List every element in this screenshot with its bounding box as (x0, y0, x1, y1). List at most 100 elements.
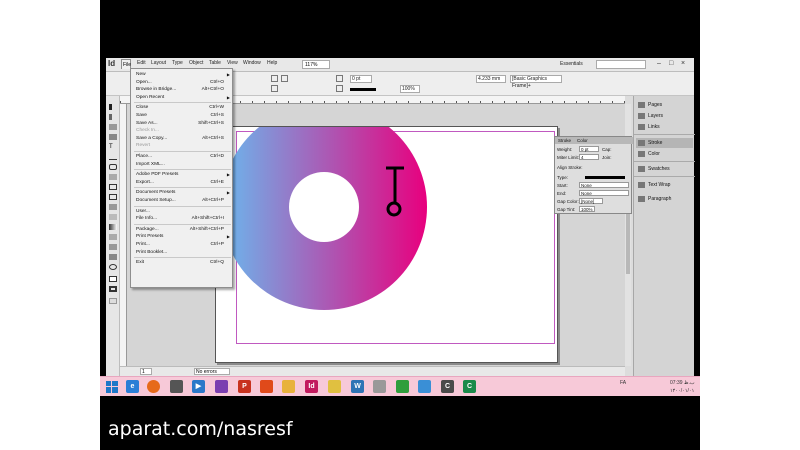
menu-object[interactable]: Object (189, 60, 203, 66)
word-icon[interactable]: W (351, 380, 364, 393)
search-input[interactable] (596, 60, 646, 69)
menu-view[interactable]: View (227, 60, 238, 66)
app-c-green-icon[interactable]: C (463, 380, 476, 393)
internet-explorer-icon[interactable]: e (126, 380, 139, 393)
stroke-panel: Stroke Color Weight: 0 pt Cap: Miter Lim… (554, 136, 633, 214)
gap-tint-field[interactable]: 100% (579, 206, 595, 212)
workspace-switcher[interactable]: Essentials (560, 61, 583, 67)
rectangle-tool-icon[interactable] (109, 194, 117, 200)
menu-item-label: Import XML... (136, 161, 165, 167)
start-select[interactable]: None (579, 182, 629, 188)
fill-swatch-icon[interactable] (336, 75, 343, 82)
pen-tool-icon[interactable] (109, 164, 117, 170)
dock-paragraph[interactable]: Paragraph (636, 194, 693, 204)
page-tool-icon[interactable] (109, 124, 117, 130)
dock-pages[interactable]: Pages (636, 100, 693, 110)
hand-tool-icon[interactable] (109, 254, 117, 260)
opacity-field[interactable]: 100% (400, 85, 420, 93)
photoshop-alt-icon[interactable] (260, 380, 273, 393)
tab-color[interactable]: Color (577, 138, 588, 143)
size-field[interactable]: 4.233 mm (476, 75, 506, 83)
clock-date[interactable]: ۱۴۰۰/۰۱/۰۱ (670, 388, 694, 394)
menu-separator (134, 102, 231, 104)
file-menu-item-document-setup[interactable]: Document Setup... Alt+Ctrl+P (131, 197, 232, 205)
page-number-field[interactable]: 1 (140, 368, 152, 375)
shear-icon[interactable] (281, 75, 288, 82)
stroke-swatch-icon[interactable] (336, 85, 343, 92)
stroke-weight-field[interactable]: 0 pt (350, 75, 372, 83)
weight-field[interactable]: 0 pt (579, 146, 599, 152)
stroke-color-icon[interactable] (109, 286, 117, 292)
file-menu-item-print-booklet[interactable]: Print Booklet... (131, 249, 232, 257)
menu-file[interactable]: File (121, 59, 131, 69)
type-tool-icon[interactable]: T (109, 144, 117, 150)
menu-type[interactable]: Type (172, 60, 183, 66)
miter-field[interactable]: 4 (579, 154, 599, 160)
file-menu-item-file-info[interactable]: File Info... Alt+Shift+Ctrl+I (131, 215, 232, 223)
gradient-disc[interactable] (221, 127, 427, 310)
flip-icon[interactable] (271, 85, 278, 92)
end-select[interactable]: None (579, 190, 629, 196)
stroke-type-select[interactable] (585, 176, 625, 179)
maximize-button[interactable]: □ (669, 60, 673, 67)
dock-swatches[interactable]: Swatches (636, 164, 693, 174)
rectangle-frame-tool-icon[interactable] (109, 184, 117, 190)
preflight-status[interactable]: No errors (194, 368, 230, 375)
dock-links[interactable]: Links (636, 122, 693, 132)
scissors-tool-icon[interactable] (109, 204, 117, 210)
direct-selection-tool-icon[interactable] (109, 114, 117, 120)
gradient-tool-icon[interactable] (109, 224, 117, 230)
excel-icon[interactable] (396, 380, 409, 393)
media-player-icon[interactable]: ▶ (192, 380, 205, 393)
line-tool-icon[interactable] (109, 154, 117, 160)
dock-layers[interactable]: Layers (636, 111, 693, 121)
selection-tool-icon[interactable] (109, 104, 117, 110)
windows-start-icon[interactable] (106, 381, 118, 393)
dock-pages-label: Pages (648, 102, 663, 108)
menu-help[interactable]: Help (267, 60, 277, 66)
rotate-icon[interactable] (271, 75, 278, 82)
view-mode-icon[interactable] (109, 298, 117, 304)
visual-studio-icon[interactable] (215, 380, 228, 393)
file-menu-item-open-recent[interactable]: Open Recent ▶ (131, 94, 232, 102)
free-transform-tool-icon[interactable] (109, 214, 117, 220)
file-explorer-icon[interactable] (282, 380, 295, 393)
indesign-taskbar-icon[interactable]: Id (305, 380, 318, 393)
tab-stroke[interactable]: Stroke (558, 138, 571, 143)
note-tool-icon[interactable] (109, 234, 117, 240)
language-indicator[interactable]: FA (620, 380, 626, 386)
menu-layout[interactable]: Layout (151, 60, 166, 66)
dock-text-wrap[interactable]: Text Wrap (636, 180, 693, 190)
status-bar: 1 No errors (120, 366, 625, 376)
dock-stroke[interactable]: Stroke (636, 138, 693, 148)
file-menu-item-export[interactable]: Export... Ctrl+E (131, 179, 232, 187)
pencil-tool-icon[interactable] (109, 174, 117, 180)
close-window-button[interactable]: × (681, 60, 685, 67)
menu-edit[interactable]: Edit (137, 60, 146, 66)
media-app-icon[interactable] (170, 380, 183, 393)
menu-table[interactable]: Table (209, 60, 221, 66)
camera-app-icon[interactable] (418, 380, 431, 393)
folder-icon[interactable] (328, 380, 341, 393)
zoom-level-select[interactable]: 117% (302, 60, 330, 69)
dock-links-label: Links (648, 124, 660, 130)
dock-color[interactable]: Color (636, 149, 693, 159)
gap-tool-icon[interactable] (109, 134, 117, 140)
eyedropper-tool-icon[interactable] (109, 244, 117, 250)
watermark-text: aparat.com/nasresf (108, 418, 293, 440)
stroke-type-preview[interactable] (350, 88, 376, 91)
firefox-icon[interactable] (147, 380, 160, 393)
menu-window[interactable]: Window (243, 60, 261, 66)
app-window-icon[interactable] (373, 380, 386, 393)
menu-separator (134, 151, 231, 152)
clock-time[interactable]: 07:39 ب.ظ (670, 380, 695, 386)
minimize-button[interactable]: – (657, 60, 661, 67)
object-style-select[interactable]: [Basic Graphics Frame]+ (510, 75, 562, 89)
gap-color-select[interactable]: [None] (579, 198, 603, 204)
app-c-icon[interactable]: C (441, 380, 454, 393)
file-menu-item-import-xml[interactable]: Import XML... (131, 161, 232, 169)
zoom-tool-icon[interactable] (109, 264, 117, 270)
file-menu-item-exit[interactable]: Exit Ctrl+Q (131, 259, 232, 267)
fill-color-icon[interactable] (109, 276, 117, 282)
powerpoint-icon[interactable]: P (238, 380, 251, 393)
